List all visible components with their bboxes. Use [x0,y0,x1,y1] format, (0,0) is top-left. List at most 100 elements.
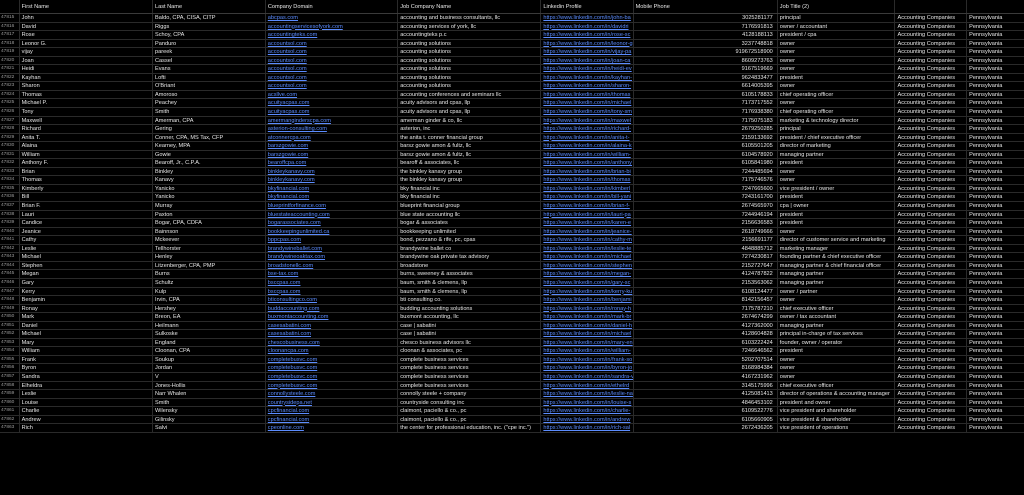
industry-cell[interactable]: Accounting Companies [895,296,968,304]
first-name-cell[interactable]: Lauri [20,210,154,219]
company-domain-link[interactable]: accountsol.com [266,56,399,65]
job-title-cell[interactable]: managing partner [778,278,896,287]
job-company-cell[interactable]: complete business services [398,355,542,364]
mobile-phone-cell[interactable]: 2674674299 [634,313,778,321]
mobile-phone-cell[interactable]: 9624833477 [634,73,778,82]
job-title-cell[interactable]: chief operating officer [778,108,896,116]
header-industry[interactable] [895,0,968,13]
row-number-cell[interactable]: 47835 [0,184,20,193]
job-company-cell[interactable]: bookkeeping unlimited [398,227,542,236]
last-name-cell[interactable]: Cloonan, CPA [153,347,266,355]
industry-cell[interactable]: Accounting Companies [895,244,968,253]
industry-cell[interactable]: Accounting Companies [895,287,968,296]
last-name-cell[interactable]: Breon, EA [153,313,266,321]
industry-cell[interactable]: Accounting Companies [895,381,968,390]
industry-cell[interactable]: Accounting Companies [895,22,968,31]
mobile-phone-cell[interactable]: 7243161700 [634,193,778,202]
mobile-phone-cell[interactable]: 7176938380 [634,108,778,116]
mobile-phone-cell[interactable]: 7246646562 [634,347,778,355]
industry-cell[interactable]: Accounting Companies [895,150,968,159]
mobile-phone-cell[interactable]: 7176591813 [634,22,778,31]
last-name-cell[interactable]: Gowie [153,150,266,159]
job-title-cell[interactable]: chief executive officer [778,304,896,313]
company-domain-link[interactable]: bse-tax.com [266,270,399,278]
job-company-cell[interactable]: case | sabatini [398,321,542,330]
linkedin-profile-link[interactable]: https://www.linkedin.com/in/anthony [541,159,634,167]
mobile-phone-cell[interactable]: 4125081413 [634,390,778,398]
company-domain-link[interactable]: bkyfinancial.com [266,193,399,202]
industry-cell[interactable]: Accounting Companies [895,65,968,73]
job-company-cell[interactable]: complete business services [398,372,542,381]
row-number-cell[interactable]: 47839 [0,219,20,227]
state-cell[interactable]: Pennsylvania [967,117,1024,125]
job-title-cell[interactable]: president and owner [778,398,896,407]
linkedin-profile-link[interactable]: https://www.linkedin.com/in/john-ba [541,14,634,22]
state-cell[interactable]: Pennsylvania [967,65,1024,73]
row-number-cell[interactable]: 47830 [0,142,20,150]
linkedin-profile-link[interactable]: https://www.linkedin.com/in/rich-sal [541,424,634,432]
mobile-phone-cell[interactable]: 3025281177 [634,14,778,22]
row-number-cell[interactable]: 47854 [0,347,20,355]
company-domain-link[interactable]: bppcpas.com [266,236,399,244]
linkedin-profile-link[interactable]: https://www.linkedin.com/in/brian-bi [541,167,634,176]
job-company-cell[interactable]: blueprint financial group [398,202,542,210]
mobile-phone-cell[interactable]: 6109522776 [634,407,778,415]
job-title-cell[interactable]: president [778,193,896,202]
job-title-cell[interactable]: vice president of operations [778,424,896,432]
job-title-cell[interactable]: marketing manager [778,244,896,253]
first-name-cell[interactable]: Heidi [20,65,154,73]
last-name-cell[interactable]: Litzenberger, CPA, PMP [153,261,266,270]
mobile-phone-cell[interactable]: 4127362000 [634,321,778,330]
mobile-phone-cell[interactable]: 7175746576 [634,176,778,184]
state-cell[interactable]: Pennsylvania [967,219,1024,227]
first-name-cell[interactable]: Byron [20,364,154,372]
last-name-cell[interactable]: Lofti [153,73,266,82]
job-company-cell[interactable]: the center for professional education, i… [398,424,542,432]
first-name-cell[interactable]: Louise [20,398,154,407]
row-number-cell[interactable]: 47831 [0,150,20,159]
row-number-cell[interactable]: 47824 [0,90,20,99]
state-cell[interactable]: Pennsylvania [967,245,1024,253]
row-number-cell[interactable]: 47860 [0,398,20,407]
row-number-cell[interactable]: 47833 [0,167,20,176]
linkedin-profile-link[interactable]: https://www.linkedin.com/in/alaina-k [541,142,634,150]
row-number-cell[interactable]: 47822 [0,73,20,82]
last-name-cell[interactable]: Amoroso [153,90,266,99]
mobile-phone-cell[interactable]: 919672518900 [634,48,778,56]
first-name-cell[interactable]: Elheldra [20,381,154,390]
header-mobile-phone[interactable]: Mobile Phone [634,0,778,13]
linkedin-profile-link[interactable]: https://www.linkedin.com/in/davidri [541,22,634,31]
state-cell[interactable]: Pennsylvania [967,142,1024,150]
job-title-cell[interactable]: managing partner [778,270,896,278]
mobile-phone-cell[interactable]: 2674565970 [634,202,778,210]
company-domain-link[interactable]: bsccpas.com [266,287,399,296]
job-title-cell[interactable]: managing partner [778,321,896,330]
linkedin-profile-link[interactable]: https://www.linkedin.com/in/megan- [541,270,634,278]
last-name-cell[interactable]: Heilmann [153,321,266,330]
job-title-cell[interactable]: owner [778,227,896,236]
first-name-cell[interactable]: Anthony F. [20,159,154,167]
industry-cell[interactable]: Accounting Companies [895,364,968,372]
state-cell[interactable]: Pennsylvania [967,347,1024,355]
mobile-phone-cell[interactable]: 4848885712 [634,244,778,253]
first-name-cell[interactable]: Sharon [20,82,154,90]
first-name-cell[interactable]: Tony [20,108,154,116]
job-title-cell[interactable]: owner [778,39,896,48]
industry-cell[interactable]: Accounting Companies [895,90,968,99]
mobile-phone-cell[interactable]: 4124787822 [634,270,778,278]
state-cell[interactable]: Pennsylvania [967,407,1024,415]
mobile-phone-cell[interactable]: 6105660905 [634,415,778,424]
company-domain-link[interactable]: binkleykanavy.com [266,167,399,176]
row-number-cell[interactable]: 47844 [0,261,20,270]
last-name-cell[interactable]: Kearney, MPA [153,142,266,150]
linkedin-profile-link[interactable]: https://www.linkedin.com/in/bill-yani [541,193,634,202]
mobile-phone-cell[interactable]: 2672436205 [634,424,778,432]
job-company-cell[interactable]: baum, smith & clemens, llp [398,278,542,287]
header-company-domain[interactable]: Company Domain [266,0,399,13]
first-name-cell[interactable]: Brian [20,167,154,176]
job-company-cell[interactable]: asterion, inc [398,125,542,133]
mobile-phone-cell[interactable]: 3237748818 [634,39,778,48]
job-company-cell[interactable]: bond, pezzano & rife, pc, cpas [398,236,542,244]
first-name-cell[interactable]: Benjamin [20,296,154,304]
company-domain-link[interactable]: asterion-consulting.com [266,125,399,133]
